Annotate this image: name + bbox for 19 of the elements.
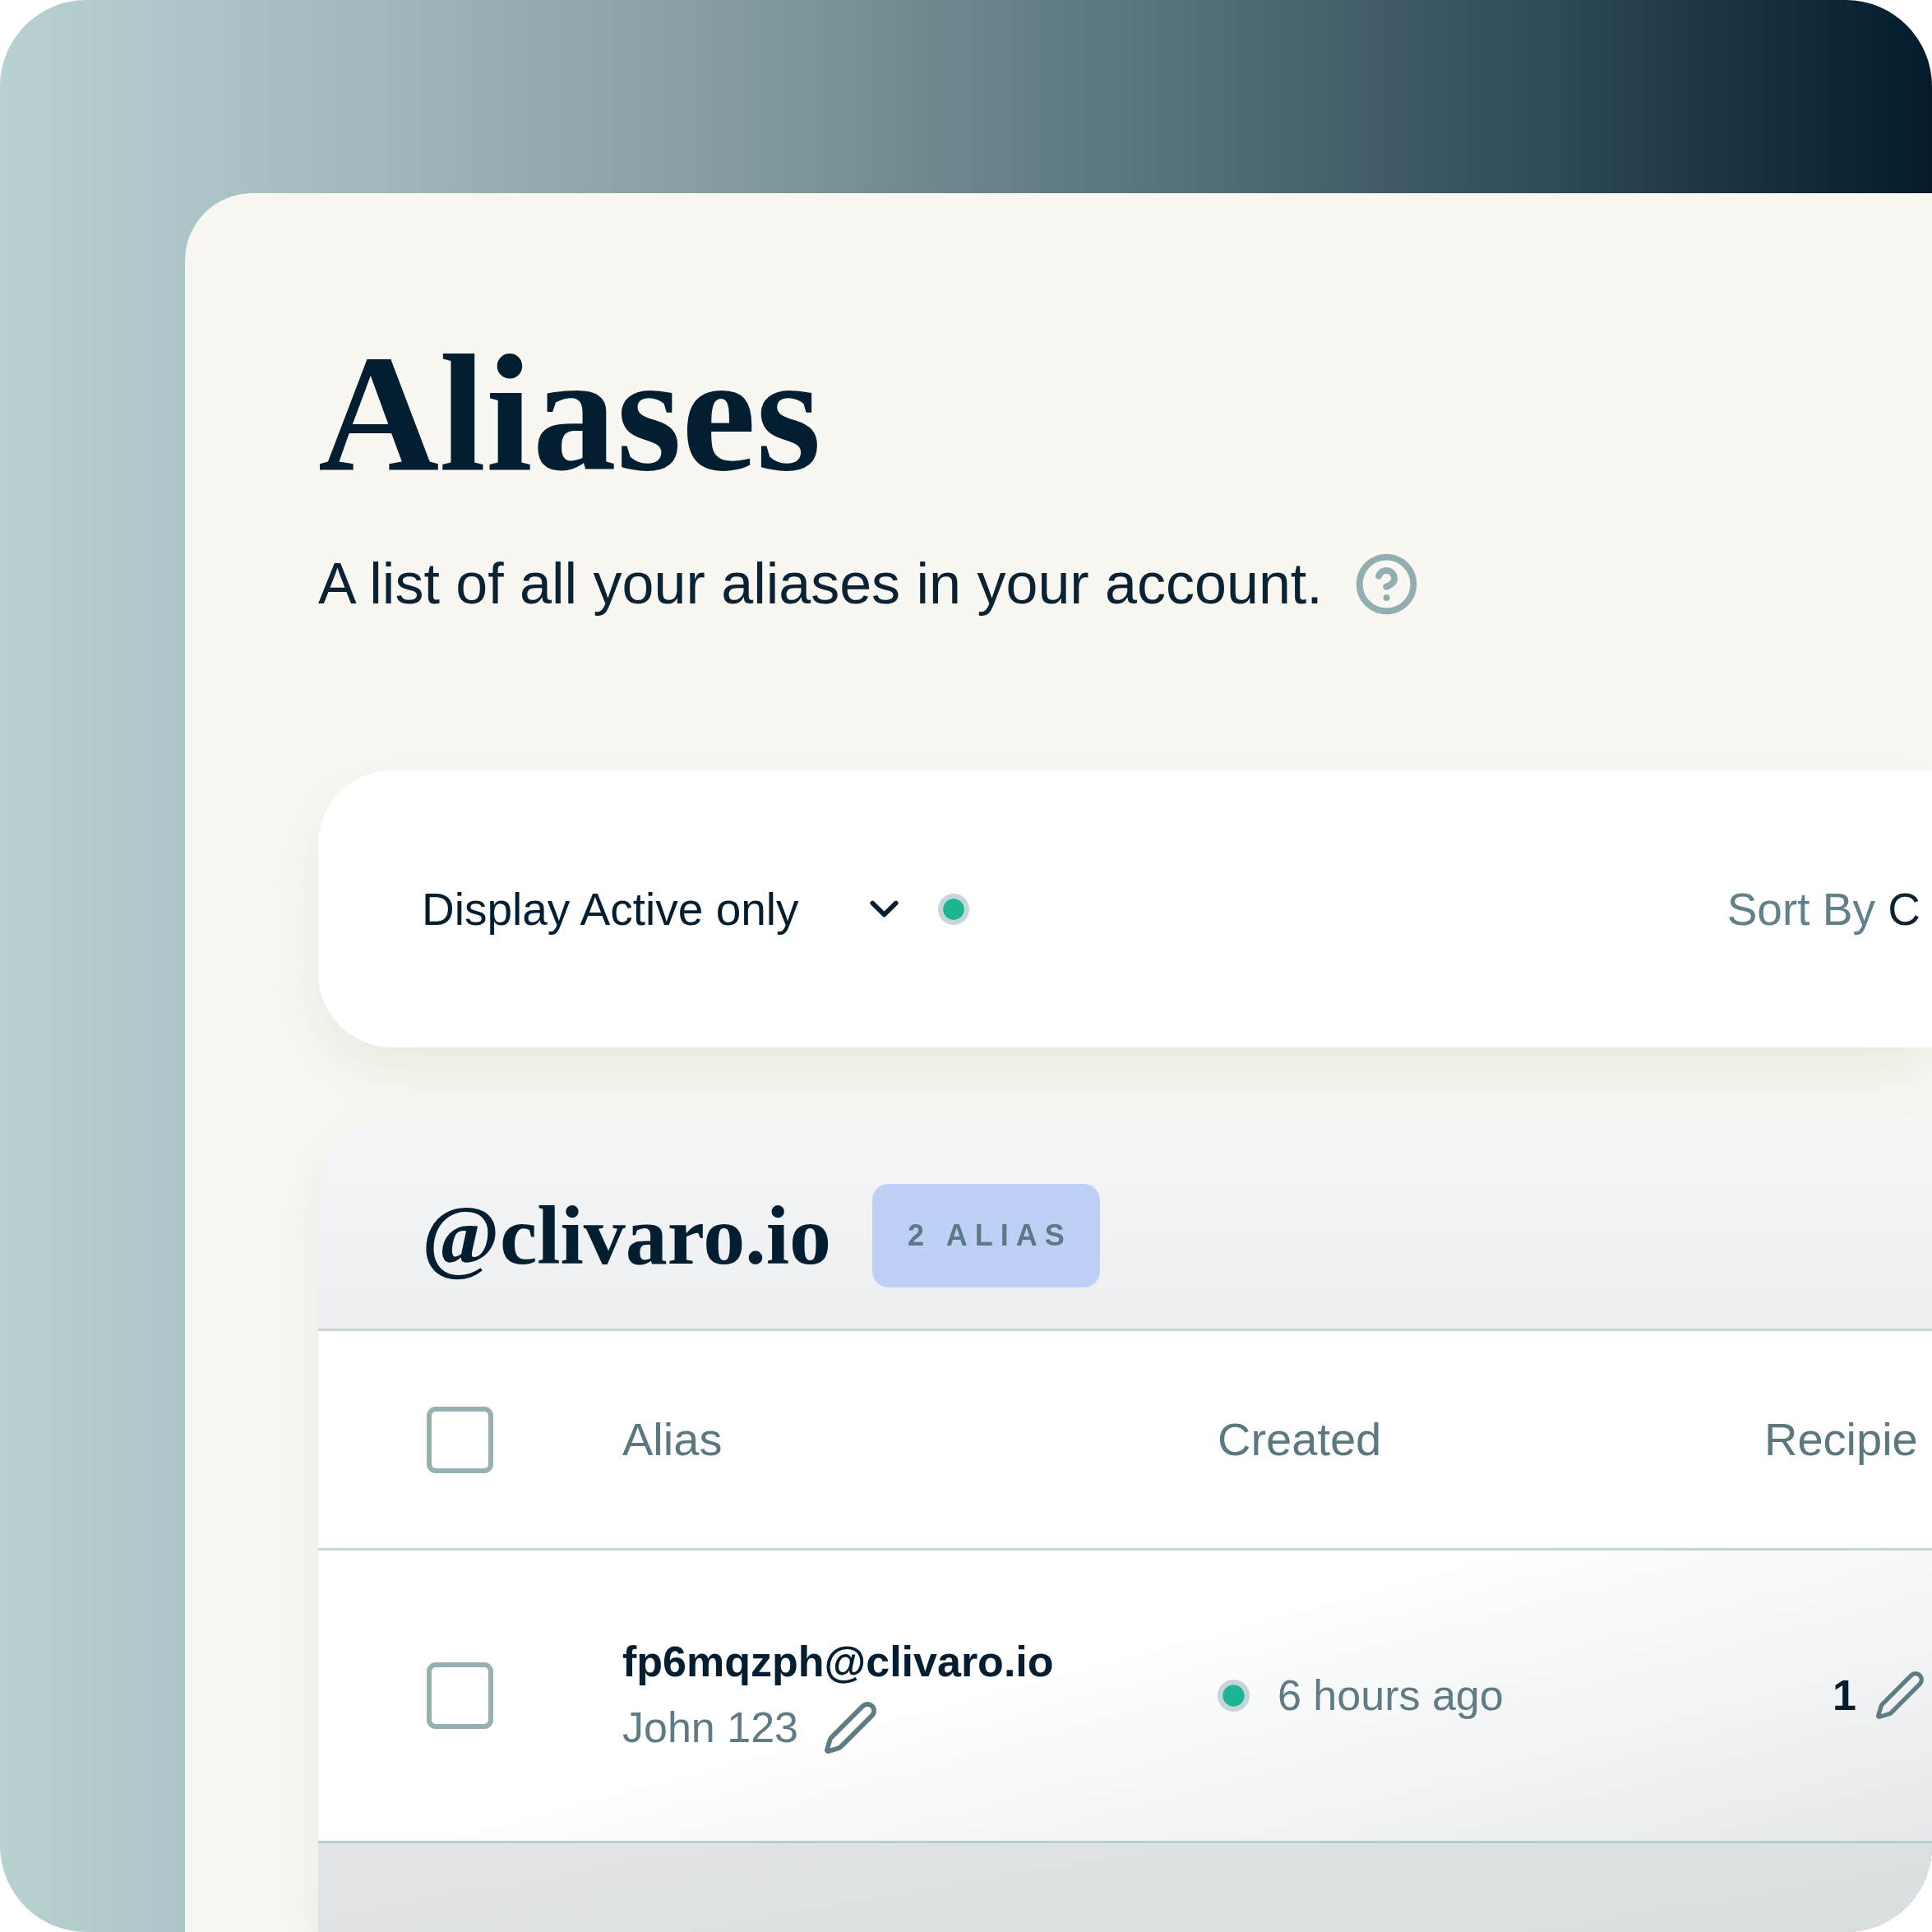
sort-dropdown[interactable]: Sort By C [1726, 881, 1920, 936]
status-dot-icon [937, 893, 969, 925]
display-filter-dropdown[interactable]: Display Active only [422, 881, 899, 936]
pencil-icon[interactable] [824, 1701, 876, 1754]
column-header: Recipie [1764, 1412, 1918, 1467]
column-header: Created [1218, 1412, 1382, 1467]
page-subtitle: A list of all your aliases in your account. [318, 551, 1323, 617]
alias-note: John 123 [622, 1703, 798, 1754]
chevron-down-icon [869, 900, 899, 917]
pencil-icon[interactable] [1875, 1671, 1924, 1720]
alias-address: fp6mqzph@clivaro.io [622, 1638, 1054, 1687]
page-title: Aliases [318, 329, 821, 497]
checkbox[interactable] [427, 1662, 493, 1729]
checkbox[interactable] [427, 1406, 493, 1473]
recipient-count: 1 [1833, 1671, 1856, 1722]
created-time: 6 hours ago [1278, 1671, 1504, 1722]
column-header: Alias [622, 1412, 723, 1467]
help-icon[interactable] [1355, 552, 1417, 615]
alias-count-badge: 2 ALIAS [872, 1183, 1100, 1287]
